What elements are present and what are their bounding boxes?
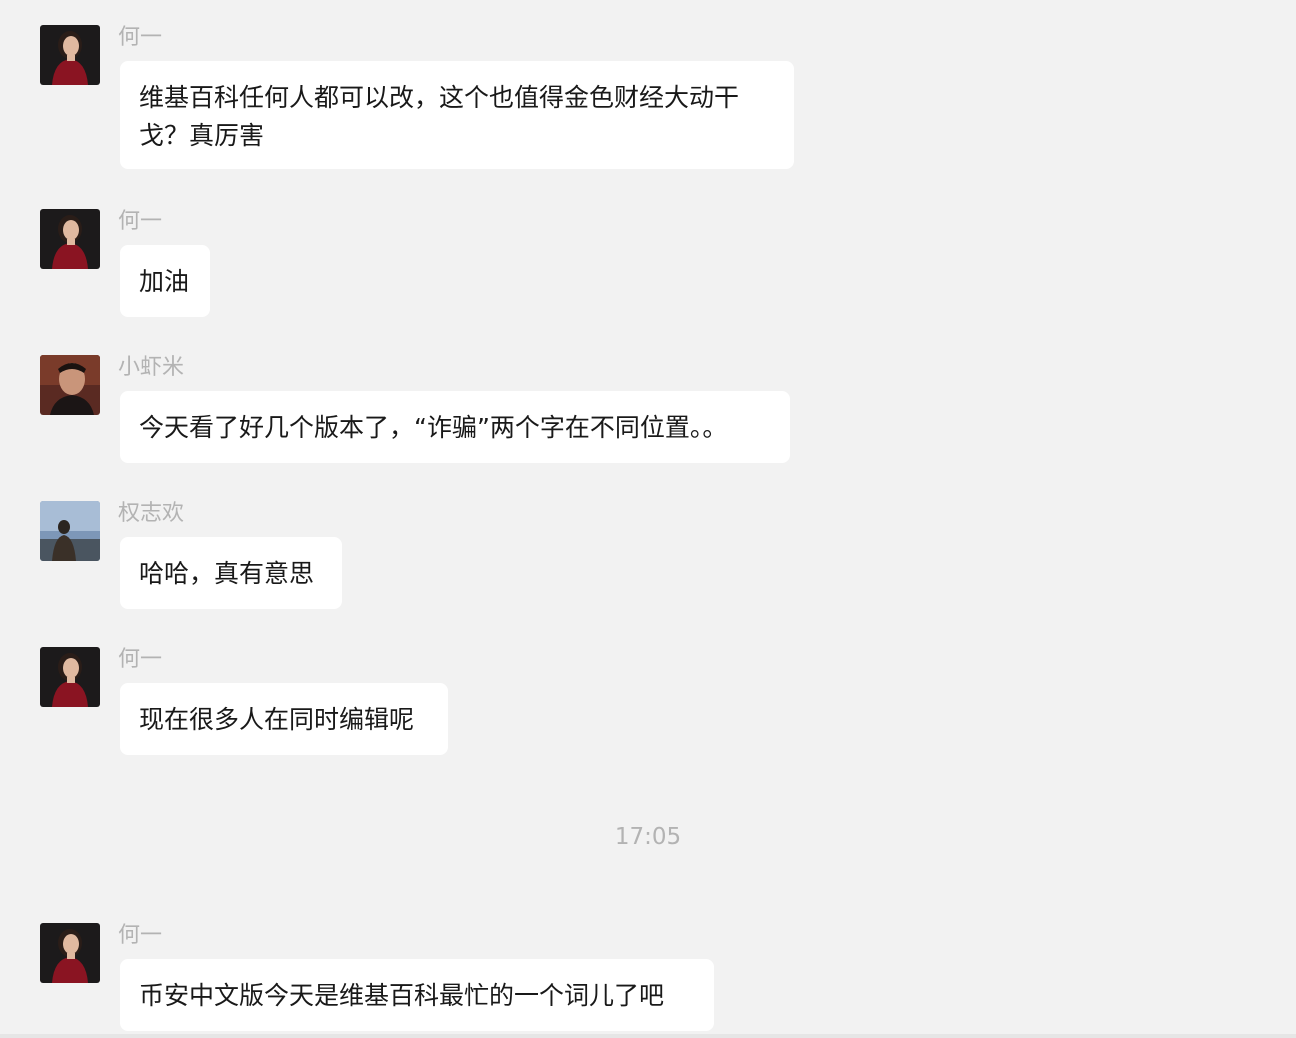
message-bubble[interactable]: 币安中文版今天是维基百科最忙的一个词儿了吧: [120, 959, 714, 1031]
sender-name: 权志欢: [118, 501, 185, 526]
avatar[interactable]: [40, 209, 100, 269]
message-bubble[interactable]: 今天看了好几个版本了，“诈骗”两个字在不同位置。。: [120, 391, 790, 463]
avatar[interactable]: [40, 25, 100, 85]
avatar[interactable]: [40, 355, 100, 415]
message-bubble[interactable]: 现在很多人在同时编辑呢: [120, 683, 448, 755]
sender-name: 何一: [118, 25, 163, 50]
avatar[interactable]: [40, 501, 100, 561]
sender-name: 何一: [118, 209, 163, 234]
message-bubble[interactable]: 加油: [120, 245, 210, 317]
timestamp: 17:05: [614, 824, 682, 850]
message-bubble[interactable]: 哈哈，真有意思: [120, 537, 342, 609]
sender-name: 何一: [118, 647, 163, 672]
avatar[interactable]: [40, 923, 100, 983]
chat-window: 何一 维基百科任何人都可以改，这个也值得金色财经大动干戈？真厉害 何一 加油 小…: [0, 0, 1296, 1038]
divider: [0, 1034, 1296, 1038]
message-bubble[interactable]: 维基百科任何人都可以改，这个也值得金色财经大动干戈？真厉害: [120, 61, 794, 169]
sender-name: 小虾米: [118, 355, 185, 380]
avatar[interactable]: [40, 647, 100, 707]
sender-name: 何一: [118, 923, 163, 948]
